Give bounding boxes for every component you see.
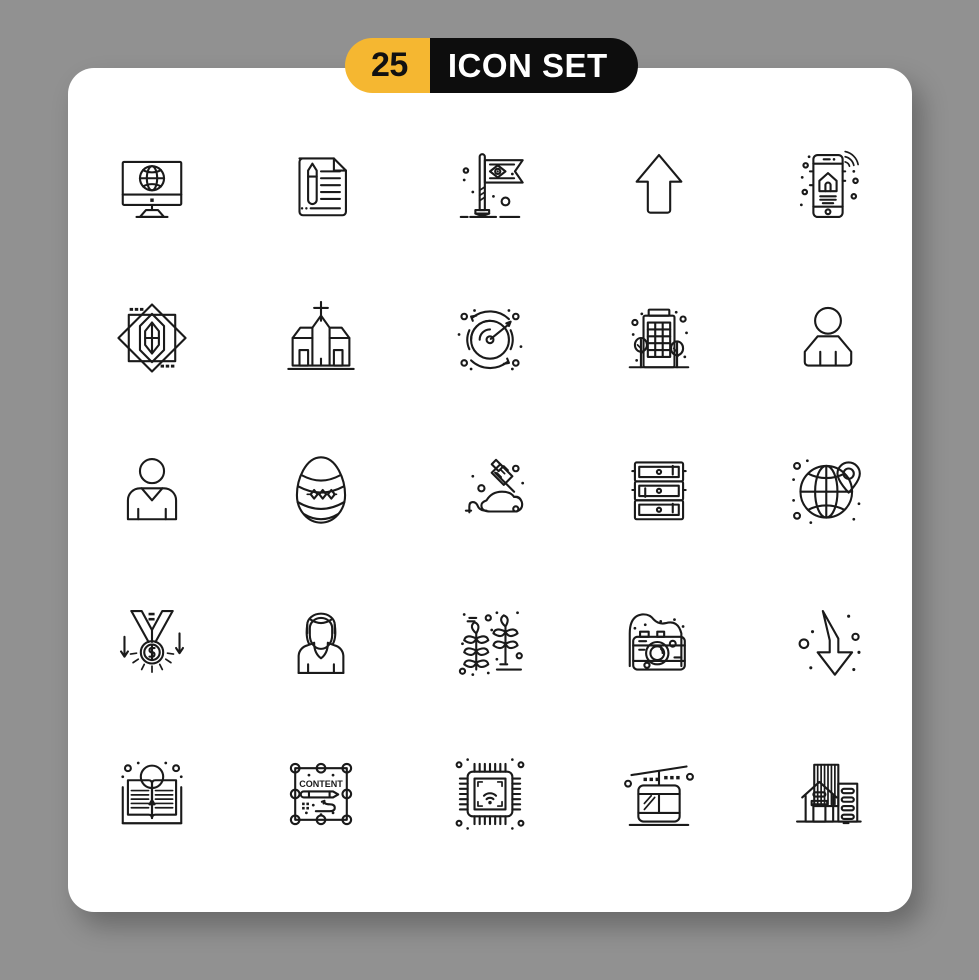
server-rack-icon	[616, 447, 702, 533]
icon-cell-2[interactable]	[237, 110, 406, 262]
content-label: CONTENT	[299, 779, 343, 789]
icon-cell-8[interactable]	[406, 262, 575, 414]
down-arrow-swoosh-icon	[785, 599, 861, 685]
camera-icon	[616, 599, 702, 685]
church-icon	[278, 295, 364, 381]
lab-mouse-syringe-icon	[447, 447, 525, 533]
icon-cell-4[interactable]	[574, 110, 743, 262]
easter-egg-icon	[278, 447, 364, 533]
cpu-wifi-chip-icon	[447, 758, 533, 830]
icon-cell-20[interactable]	[743, 566, 912, 718]
icon-cell-7[interactable]	[237, 262, 406, 414]
icon-cell-1[interactable]	[68, 110, 237, 262]
icon-cell-9[interactable]	[574, 262, 743, 414]
desktop-globe-icon	[109, 143, 195, 229]
icon-cell-21[interactable]	[68, 718, 237, 870]
smartphone-smart-home-icon	[799, 143, 871, 229]
plants-crops-icon	[447, 611, 533, 677]
icon-cell-16[interactable]	[68, 566, 237, 718]
icon-count-label: 25	[345, 38, 430, 93]
house-buildings-icon	[785, 751, 871, 837]
icon-cell-3[interactable]	[406, 110, 575, 262]
diamond-gem-icon	[109, 295, 195, 381]
radar-orbit-icon	[457, 309, 523, 371]
icon-cell-12[interactable]	[237, 414, 406, 566]
icon-grid: CONTENT	[68, 110, 912, 870]
header-badge: 25 ICON SET	[345, 38, 638, 93]
icon-cell-18[interactable]	[406, 566, 575, 718]
cable-car-icon	[616, 751, 702, 837]
document-pencil-icon	[278, 143, 364, 229]
arrow-up-icon	[616, 143, 702, 229]
icon-cell-15[interactable]	[743, 414, 912, 566]
page-title: ICON SET	[429, 38, 638, 93]
office-building-trees-icon	[616, 295, 702, 381]
woman-avatar-icon	[278, 599, 364, 685]
icon-cell-25[interactable]	[743, 718, 912, 870]
icon-cell-6[interactable]	[68, 262, 237, 414]
globe-location-pin-icon	[791, 459, 871, 525]
icon-cell-11[interactable]	[68, 414, 237, 566]
icon-cell-10[interactable]	[743, 262, 912, 414]
flag-eye-icon	[447, 143, 533, 229]
book-search-icon	[121, 761, 184, 837]
icon-cell-19[interactable]	[574, 566, 743, 718]
icon-cell-22[interactable]: CONTENT	[237, 718, 406, 870]
dollar-medal-icon	[109, 599, 195, 685]
icon-cell-5[interactable]	[743, 110, 912, 262]
icon-cell-24[interactable]	[574, 718, 743, 870]
user-avatar-icon	[785, 295, 871, 381]
icon-cell-14[interactable]	[574, 414, 743, 566]
content-editor-icon: CONTENT	[278, 751, 364, 837]
icon-cell-17[interactable]	[237, 566, 406, 718]
icon-cell-13[interactable]	[406, 414, 575, 566]
icon-cell-23[interactable]	[406, 718, 575, 870]
person-vneck-icon	[109, 447, 195, 533]
